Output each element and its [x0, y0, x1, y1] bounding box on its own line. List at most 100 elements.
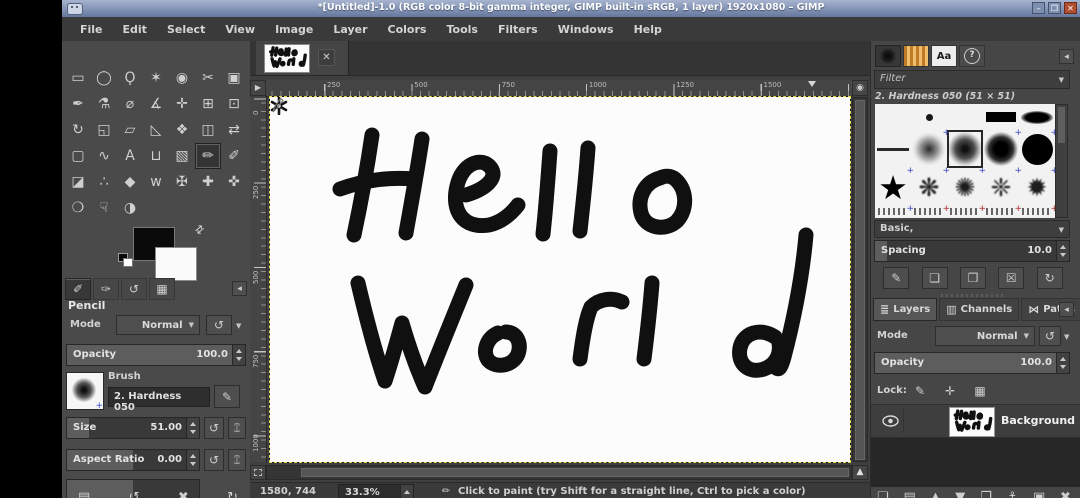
edit-brush-button[interactable]: ✎: [214, 385, 240, 408]
horizontal-scrollbar[interactable]: [266, 465, 852, 480]
menu-item[interactable]: Filters: [488, 20, 548, 39]
aspect-spinner[interactable]: [186, 450, 199, 470]
zoom-level-box[interactable]: 33.3%: [338, 484, 414, 498]
undo-history-tab[interactable]: ↺: [121, 278, 147, 300]
size-spinner[interactable]: [186, 418, 199, 438]
zoom-spinner[interactable]: [400, 485, 413, 498]
brush-block[interactable]: [983, 104, 1019, 130]
airbrush-tool[interactable]: ∴: [91, 169, 117, 195]
fuzzy-select-tool[interactable]: ✶: [143, 65, 169, 91]
lock-pixels-button[interactable]: ✎: [909, 381, 931, 400]
perspective-tool[interactable]: ◺: [143, 117, 169, 143]
quick-mask-button[interactable]: [250, 465, 266, 480]
maximize-button[interactable]: ❐: [1048, 2, 1061, 14]
warp-transform-tool[interactable]: ∿: [91, 143, 117, 169]
menu-item[interactable]: Layer: [323, 20, 377, 39]
title-bar[interactable]: *[Untitled]-1.0 (RGB color 8-bit gamma i…: [62, 0, 1080, 18]
reset-tool-options-button[interactable]: ↻: [227, 490, 238, 498]
paint-mode-dropdown[interactable]: Normal▼: [116, 315, 200, 335]
brush-ellipse[interactable]: [1019, 104, 1055, 130]
duplicate-layer-button[interactable]: ❐: [980, 490, 992, 498]
horizontal-scrollbar-thumb[interactable]: [301, 468, 849, 477]
duplicate-brush-button[interactable]: ❐: [960, 267, 986, 289]
mypaint-brush-tool[interactable]: w: [143, 169, 169, 195]
horizontal-ruler[interactable]: 2505007501000125015001750: [266, 80, 852, 97]
layer-mode-menu-arrow-icon[interactable]: ▼: [1064, 333, 1069, 341]
channels-tab[interactable]: ▥ Channels: [939, 298, 1019, 321]
tool-options-tab[interactable]: ✐: [65, 278, 91, 300]
menu-item[interactable]: Image: [265, 20, 323, 39]
help-tab[interactable]: ?: [959, 45, 985, 67]
edit-brush-button[interactable]: ✎: [883, 267, 909, 289]
cage-transform-tool[interactable]: ▢: [65, 143, 91, 169]
layer-opacity-spinner[interactable]: [1056, 353, 1069, 373]
brush-tag-dropdown[interactable]: Basic, ▼: [874, 220, 1070, 238]
clone-tool[interactable]: ✠: [169, 169, 195, 195]
menu-item[interactable]: File: [70, 20, 113, 39]
image-menu-button[interactable]: ▶: [250, 80, 266, 96]
gradient-tool[interactable]: ▧: [169, 143, 195, 169]
layer-row-background[interactable]: Background: [871, 404, 1080, 438]
close-image-icon[interactable]: ✕: [318, 49, 335, 66]
layers-tab[interactable]: ≣ Layers: [873, 298, 937, 321]
restore-tool-preset-button[interactable]: ↺: [129, 490, 140, 498]
scale-tool[interactable]: ◱: [91, 117, 117, 143]
unified-transform-tool[interactable]: ❖: [169, 117, 195, 143]
smudge-tool[interactable]: ☟: [91, 195, 117, 221]
menu-item[interactable]: Colors: [378, 20, 437, 39]
dock-menu-arrow-icon[interactable]: ◂: [232, 281, 247, 296]
brush-cell-empty[interactable]: [875, 104, 911, 130]
images-tab[interactable]: ▦: [149, 278, 175, 300]
menu-item[interactable]: Help: [624, 20, 672, 39]
layer-visibility-toggle[interactable]: [877, 409, 904, 433]
vertical-scrollbar[interactable]: [852, 97, 868, 462]
brush-name-field[interactable]: 2. Hardness 050: [108, 387, 210, 407]
measure-tool[interactable]: ∡: [143, 91, 169, 117]
layer-mode-dropdown[interactable]: Normal▼: [935, 326, 1035, 346]
rotate-tool[interactable]: ↻: [65, 117, 91, 143]
ellipse-select-tool[interactable]: ◯: [91, 65, 117, 91]
blur-sharpen-tool[interactable]: ❍: [65, 195, 91, 221]
link-aspect-button[interactable]: ⑄: [228, 449, 246, 471]
menu-item[interactable]: Tools: [436, 20, 487, 39]
ink-tool[interactable]: ◆: [117, 169, 143, 195]
merge-layer-button[interactable]: ▣: [1033, 490, 1045, 498]
lower-layer-button[interactable]: ▼: [955, 490, 965, 498]
align-tool[interactable]: ⊞: [195, 91, 221, 117]
dock-menu-arrow-icon[interactable]: ◂: [1059, 302, 1074, 317]
image-tab-thumbnail[interactable]: [264, 44, 310, 73]
brush-dot[interactable]: [911, 104, 947, 130]
canvas[interactable]: [270, 97, 850, 462]
transform-3d-tool[interactable]: ◫: [195, 117, 221, 143]
pencil-tool[interactable]: ✏: [195, 143, 221, 169]
dock-menu-arrow-icon[interactable]: ◂: [1059, 49, 1074, 64]
brush-cell-empty[interactable]: [947, 104, 983, 130]
delete-layer-button[interactable]: ✖: [1060, 490, 1071, 498]
scissors-select-tool[interactable]: ✂: [195, 65, 221, 91]
flip-tool[interactable]: ⇄: [221, 117, 247, 143]
brush-preview[interactable]: [66, 372, 104, 410]
reset-size-button[interactable]: ↺: [204, 417, 224, 439]
layer-list-empty-area[interactable]: [871, 438, 1080, 487]
select-by-color-tool[interactable]: ◉: [169, 65, 195, 91]
free-select-tool[interactable]: Ϙ: [117, 65, 143, 91]
foreground-select-tool[interactable]: ▣: [221, 65, 247, 91]
new-layer-group-button[interactable]: ▤: [903, 490, 915, 498]
menu-item[interactable]: View: [215, 20, 265, 39]
zoom-follow-window-button[interactable]: ◉: [852, 80, 868, 96]
menu-item[interactable]: Select: [157, 20, 215, 39]
brushes-tab[interactable]: [875, 45, 901, 67]
vertical-ruler[interactable]: 02505007501000: [250, 97, 267, 462]
navigation-button[interactable]: ▲: [852, 465, 868, 480]
refresh-brushes-button[interactable]: ↻: [1037, 267, 1063, 289]
opacity-spinner[interactable]: [232, 345, 245, 365]
zoom-tool[interactable]: ⌀: [117, 91, 143, 117]
swap-colors-icon[interactable]: ⇄: [192, 222, 207, 238]
opacity-slider[interactable]: Opacity 100.0: [66, 344, 246, 366]
menu-item[interactable]: Windows: [548, 20, 624, 39]
spacing-slider[interactable]: Spacing 10.0: [874, 240, 1070, 262]
delete-tool-preset-button[interactable]: ✖: [178, 490, 189, 498]
new-brush-button[interactable]: ❏: [922, 267, 948, 289]
dodge-burn-tool[interactable]: ◑: [117, 195, 143, 221]
shear-tool[interactable]: ▱: [117, 117, 143, 143]
